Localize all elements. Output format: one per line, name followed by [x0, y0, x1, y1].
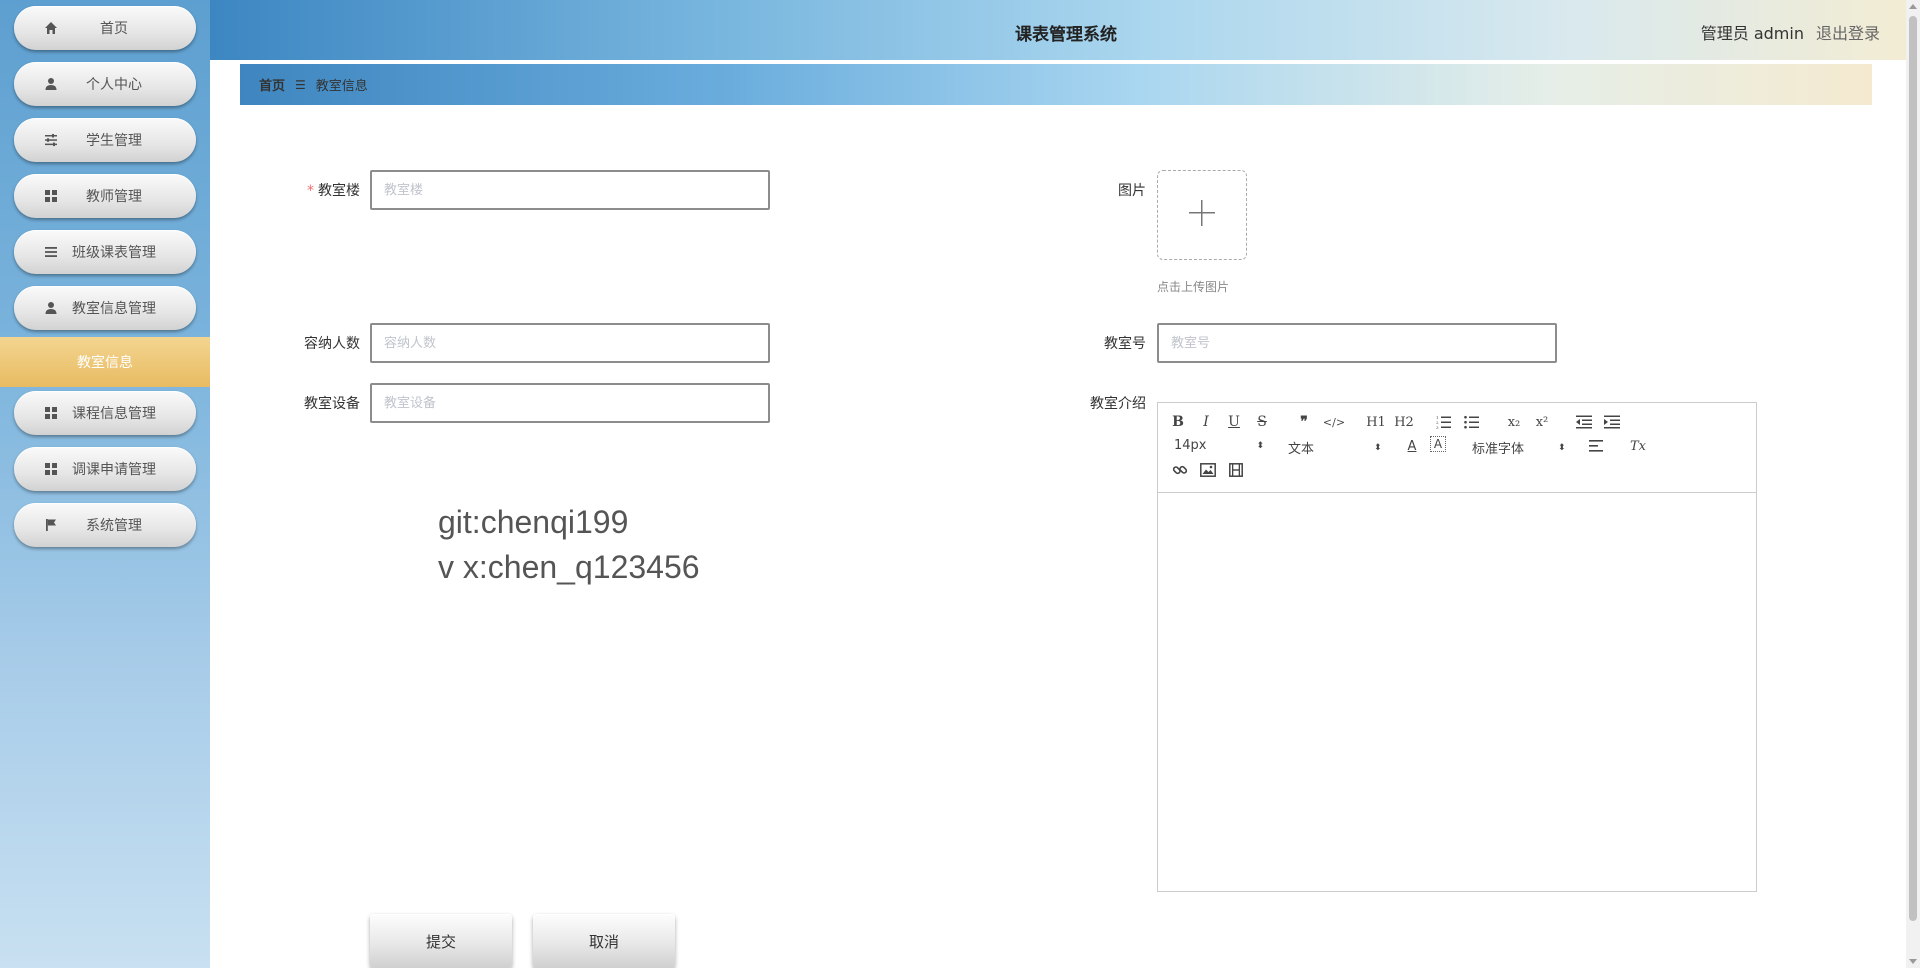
- image-label: 图片: [1118, 183, 1146, 199]
- user-info: 管理员 admin 退出登录: [1701, 20, 1880, 44]
- underline-button[interactable]: U: [1224, 412, 1244, 432]
- font-family-select[interactable]: 标准字体 ⬍: [1472, 438, 1566, 457]
- font-size-value: 14px: [1174, 438, 1207, 453]
- link-icon[interactable]: [1170, 460, 1190, 480]
- clean-format-button[interactable]: Tx: [1628, 436, 1648, 456]
- plus-icon: [1187, 198, 1217, 232]
- upload-tip: 点击上传图片: [1157, 280, 1230, 294]
- blockquote-button[interactable]: ❞: [1294, 412, 1314, 432]
- sidebar-item-students[interactable]: 学生管理: [14, 118, 196, 162]
- editor-toolbar: B I U S ❞ </> H1 H2 123 x₂ x² 14px ⬍ 文本 ⬍ …: [1158, 403, 1756, 493]
- sidebar-item-label: 班级课表管理: [72, 245, 156, 261]
- font-size-select[interactable]: 14px ⬍: [1174, 438, 1264, 453]
- block-type-value: 文本: [1288, 442, 1315, 457]
- image-icon[interactable]: [1198, 460, 1218, 480]
- image-upload-button[interactable]: [1157, 170, 1247, 260]
- building-label-text: 教室楼: [318, 183, 360, 199]
- align-left-icon[interactable]: [1586, 436, 1606, 456]
- watermark-line-1: git:chenqi199: [438, 504, 629, 540]
- font-family-value: 标准字体: [1472, 442, 1525, 457]
- subscript-button[interactable]: x₂: [1504, 412, 1524, 432]
- sidebar-item-label: 系统管理: [86, 518, 142, 534]
- editor-content-area[interactable]: [1158, 493, 1756, 891]
- top-header: 课表管理系统 管理员 admin 退出登录: [210, 0, 1910, 60]
- sidebar-item-system[interactable]: 系统管理: [14, 503, 196, 547]
- watermark-text: git:chenqi199 v x:chen_q123456: [438, 500, 700, 590]
- select-arrows-icon: ⬍: [1256, 440, 1265, 451]
- sidebar-item-label: 调课申请管理: [72, 462, 156, 478]
- strike-button[interactable]: S: [1252, 412, 1272, 432]
- sidebar-item-label: 教室信息管理: [72, 301, 156, 317]
- capacity-label: 容纳人数: [304, 336, 360, 352]
- sidebar-item-courses[interactable]: 课程信息管理: [14, 391, 196, 435]
- rich-text-editor: B I U S ❞ </> H1 H2 123 x₂ x² 14px ⬍ 文本 ⬍ …: [1157, 402, 1757, 892]
- room-no-label: 教室号: [1104, 336, 1146, 352]
- user-label: 管理员 admin: [1700, 24, 1804, 43]
- sidebar-item-label: 课程信息管理: [72, 406, 156, 422]
- capacity-input[interactable]: [370, 323, 770, 363]
- heading-2-button[interactable]: H2: [1392, 412, 1416, 432]
- breadcrumb-current: 教室信息: [315, 79, 368, 94]
- ordered-list-icon[interactable]: 123: [1434, 412, 1454, 432]
- sidebar-item-classroom[interactable]: 教室信息管理: [14, 286, 196, 330]
- user-icon: [42, 299, 60, 317]
- sidebar-item-class-schedule[interactable]: 班级课表管理: [14, 230, 196, 274]
- grid-icon: [42, 460, 60, 478]
- submit-button[interactable]: 提交: [370, 914, 512, 968]
- sidebar-item-label: 教师管理: [86, 189, 142, 205]
- block-type-select[interactable]: 文本 ⬍: [1288, 438, 1382, 457]
- outdent-icon[interactable]: [1574, 412, 1594, 432]
- indent-icon[interactable]: [1602, 412, 1622, 432]
- building-input[interactable]: [370, 170, 770, 210]
- submenu-label: 教室信息: [77, 355, 133, 371]
- submenu-classroom-info[interactable]: 教室信息: [0, 337, 210, 387]
- sidebar: 首页 个人中心 学生管理 教师管理 班级课表管理 教室信息管理 教室信息 课程信…: [0, 0, 210, 968]
- bullet-list-icon[interactable]: [1462, 412, 1482, 432]
- home-icon: [42, 19, 60, 37]
- scroll-down-icon[interactable]: [1909, 959, 1917, 964]
- select-arrows-icon: ⬍: [1374, 442, 1382, 453]
- flag-icon: [42, 516, 60, 534]
- grid-icon: [42, 404, 60, 422]
- intro-label: 教室介绍: [1090, 396, 1146, 412]
- code-block-button[interactable]: </>: [1322, 412, 1346, 432]
- equipment-input[interactable]: [370, 383, 770, 423]
- sidebar-item-label: 首页: [100, 21, 128, 37]
- user-icon: [42, 75, 60, 93]
- heading-1-button[interactable]: H1: [1364, 412, 1388, 432]
- sidebar-item-home[interactable]: 首页: [14, 6, 196, 50]
- required-mark: *: [307, 183, 314, 199]
- scroll-thumb[interactable]: [1909, 16, 1917, 921]
- logout-link[interactable]: 退出登录: [1816, 20, 1880, 44]
- text-color-button[interactable]: A: [1402, 436, 1422, 456]
- sidebar-item-teachers[interactable]: 教师管理: [14, 174, 196, 218]
- svg-text:3: 3: [1436, 425, 1439, 429]
- grid-icon: [42, 187, 60, 205]
- sidebar-item-profile[interactable]: 个人中心: [14, 62, 196, 106]
- sidebar-item-label: 个人中心: [86, 77, 142, 93]
- superscript-button[interactable]: x²: [1532, 412, 1552, 432]
- bold-button[interactable]: B: [1168, 412, 1188, 432]
- page-scrollbar[interactable]: [1906, 0, 1920, 968]
- sidebar-item-adjust-requests[interactable]: 调课申请管理: [14, 447, 196, 491]
- select-arrows-icon: ⬍: [1558, 442, 1566, 453]
- sliders-icon: [42, 131, 60, 149]
- cancel-button[interactable]: 取消: [533, 914, 675, 968]
- video-icon[interactable]: [1226, 460, 1246, 480]
- background-color-button[interactable]: A: [1430, 436, 1446, 452]
- breadcrumb-separator-icon: ☰: [295, 77, 306, 92]
- list-icon: [42, 243, 60, 261]
- breadcrumb: 首页 ☰ 教室信息: [240, 64, 1872, 105]
- scroll-up-icon[interactable]: [1909, 4, 1917, 9]
- app-title: 课表管理系统: [1015, 25, 1117, 45]
- room-no-input[interactable]: [1157, 323, 1557, 363]
- sidebar-item-label: 学生管理: [86, 133, 142, 149]
- watermark-line-2: v x:chen_q123456: [438, 549, 700, 585]
- breadcrumb-home[interactable]: 首页: [259, 75, 285, 94]
- building-label: * 教室楼: [280, 180, 360, 200]
- italic-button[interactable]: I: [1196, 412, 1216, 432]
- equipment-label: 教室设备: [304, 396, 360, 412]
